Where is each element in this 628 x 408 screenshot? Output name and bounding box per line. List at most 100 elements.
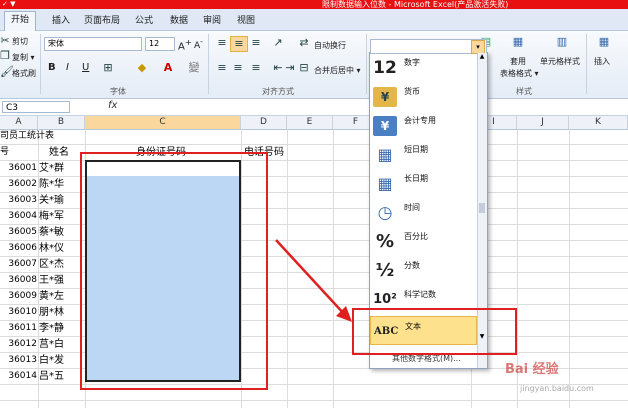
bold-button[interactable]: B: [48, 62, 56, 73]
cell-id[interactable]: 36006: [0, 241, 37, 256]
header-cell-id[interactable]: 号: [0, 145, 37, 160]
tab-review[interactable]: 审阅: [203, 13, 221, 26]
divider: [366, 34, 367, 94]
tab-data[interactable]: 数据: [170, 13, 188, 26]
orientation-icon[interactable]: ↗: [270, 36, 286, 50]
font-size-select[interactable]: 12: [145, 37, 175, 51]
cell-name[interactable]: 陈*华: [39, 177, 85, 192]
cell-name[interactable]: 王*强: [39, 273, 85, 288]
column-header-a[interactable]: A: [0, 116, 38, 129]
cell-name[interactable]: 黄*左: [39, 289, 85, 304]
cell-name[interactable]: 李*静: [39, 321, 85, 336]
chevron-down-icon[interactable]: ▾: [471, 40, 485, 54]
italic-button[interactable]: I: [66, 62, 69, 73]
format-option-label: 会计专用: [404, 116, 436, 125]
phonetic-icon[interactable]: 變: [186, 61, 202, 75]
format-option-long-date[interactable]: ▦ 长日期: [370, 169, 477, 198]
border-icon[interactable]: ⊞: [100, 61, 116, 75]
align-left-icon[interactable]: ≡: [214, 61, 230, 75]
fx-icon[interactable]: fx: [108, 100, 117, 111]
format-option-label: 科学记数: [404, 290, 436, 299]
tab-insert[interactable]: 插入: [52, 13, 70, 26]
cell-name[interactable]: 梅*军: [39, 209, 85, 224]
wrap-text-button[interactable]: 自动换行: [314, 40, 346, 51]
column-header-c[interactable]: C: [85, 116, 241, 129]
underline-button[interactable]: U: [82, 62, 89, 73]
fill-color-icon[interactable]: ◆: [134, 61, 150, 75]
tab-home[interactable]: 开始: [4, 11, 37, 31]
format-option-accounting[interactable]: ¥ 会计专用: [370, 111, 477, 140]
cell-id[interactable]: 36005: [0, 225, 37, 240]
styles-group-label: 样式: [516, 87, 532, 96]
format-option-currency[interactable]: ¥ 货币: [370, 82, 477, 111]
cell-id[interactable]: 36007: [0, 257, 37, 272]
column-header-e[interactable]: E: [287, 116, 333, 129]
tab-page-layout[interactable]: 页面布局: [84, 13, 120, 26]
cell-styles-button[interactable]: 单元格样式: [540, 56, 580, 67]
quick-access-toolbar[interactable]: ✓ ▼: [2, 0, 15, 9]
format-option-short-date[interactable]: ▦ 短日期: [370, 140, 477, 169]
watermark-logo: Bai 经验: [505, 362, 559, 377]
cell-name[interactable]: 艾*群: [39, 161, 85, 176]
cell-id[interactable]: 36011: [0, 321, 37, 336]
tab-view[interactable]: 视图: [237, 13, 255, 26]
align-bottom-icon[interactable]: ≡: [248, 36, 264, 50]
number-format-select[interactable]: ▾: [370, 39, 487, 54]
font-color-icon[interactable]: A: [160, 61, 176, 75]
cell-id[interactable]: 36009: [0, 289, 37, 304]
cell-id[interactable]: 36014: [0, 369, 37, 384]
format-option-percent[interactable]: % 百分比: [370, 227, 477, 256]
cell-styles-icon[interactable]: ▥: [552, 35, 572, 53]
sheet-title[interactable]: 司员工统计表: [0, 129, 80, 144]
font-name-select[interactable]: 宋体: [44, 37, 142, 51]
alignment-group-label: 对齐方式: [262, 87, 294, 96]
cell-name[interactable]: 蔡*敏: [39, 225, 85, 240]
cell-id[interactable]: 36008: [0, 273, 37, 288]
format-option-fraction[interactable]: ½ 分数: [370, 256, 477, 285]
table-format-icon[interactable]: ▦: [508, 35, 528, 53]
column-header-d[interactable]: D: [241, 116, 287, 129]
column-header-b[interactable]: B: [38, 116, 85, 129]
cell-name[interactable]: 白*发: [39, 353, 85, 368]
cell-id[interactable]: 36004: [0, 209, 37, 224]
format-painter-button[interactable]: 格式刷: [12, 68, 36, 79]
format-option-number[interactable]: 12 数字: [370, 53, 477, 82]
cell-id[interactable]: 36002: [0, 177, 37, 192]
copy-icon: ❐: [0, 49, 10, 62]
format-option-time[interactable]: ◷ 时间: [370, 198, 477, 227]
cell-name[interactable]: 莒*白: [39, 337, 85, 352]
insert-cells-icon[interactable]: ▦: [594, 35, 614, 53]
merge-center-button[interactable]: 合并后居中 ▾: [314, 65, 361, 76]
grow-font-button[interactable]: A+: [178, 37, 192, 52]
cell-id[interactable]: 36013: [0, 353, 37, 368]
align-right-icon[interactable]: ≡: [248, 61, 264, 75]
cell-name[interactable]: 朋*林: [39, 305, 85, 320]
cell-id[interactable]: 36010: [0, 305, 37, 320]
name-box[interactable]: C3: [2, 101, 70, 113]
cell-id[interactable]: 36012: [0, 337, 37, 352]
merge-icon: ⊟: [299, 61, 309, 74]
copy-button[interactable]: 复制 ▾: [12, 52, 35, 63]
shrink-font-button[interactable]: A-: [194, 37, 203, 51]
column-header-k[interactable]: K: [569, 116, 628, 129]
accounting-icon: ¥: [373, 116, 397, 136]
cell-name[interactable]: 区*杰: [39, 257, 85, 272]
align-middle-icon[interactable]: ≡: [230, 36, 248, 52]
tab-formulas[interactable]: 公式: [135, 13, 153, 26]
column-header-j[interactable]: J: [517, 116, 569, 129]
cell-id[interactable]: 36003: [0, 193, 37, 208]
scroll-up-icon[interactable]: ▲: [479, 53, 485, 63]
title-bar: ✓ ▼ 限制数据输入位数 - Microsoft Excel(产品激活失败): [0, 0, 628, 9]
table-format-button[interactable]: 套用: [510, 56, 526, 67]
align-top-icon[interactable]: ≡: [214, 36, 230, 50]
scroll-thumb[interactable]: [479, 203, 485, 213]
cut-button[interactable]: 剪切: [12, 36, 28, 47]
cell-id[interactable]: 36001: [0, 161, 37, 176]
scientific-icon: 10²: [373, 292, 397, 307]
align-center-icon[interactable]: ≡: [230, 61, 246, 75]
cell-name[interactable]: 吕*五: [39, 369, 85, 384]
insert-cells-button[interactable]: 插入: [594, 56, 610, 67]
cell-name[interactable]: 林*仪: [39, 241, 85, 256]
cell-name[interactable]: 关*瑜: [39, 193, 85, 208]
number-icon: 12: [373, 58, 397, 78]
